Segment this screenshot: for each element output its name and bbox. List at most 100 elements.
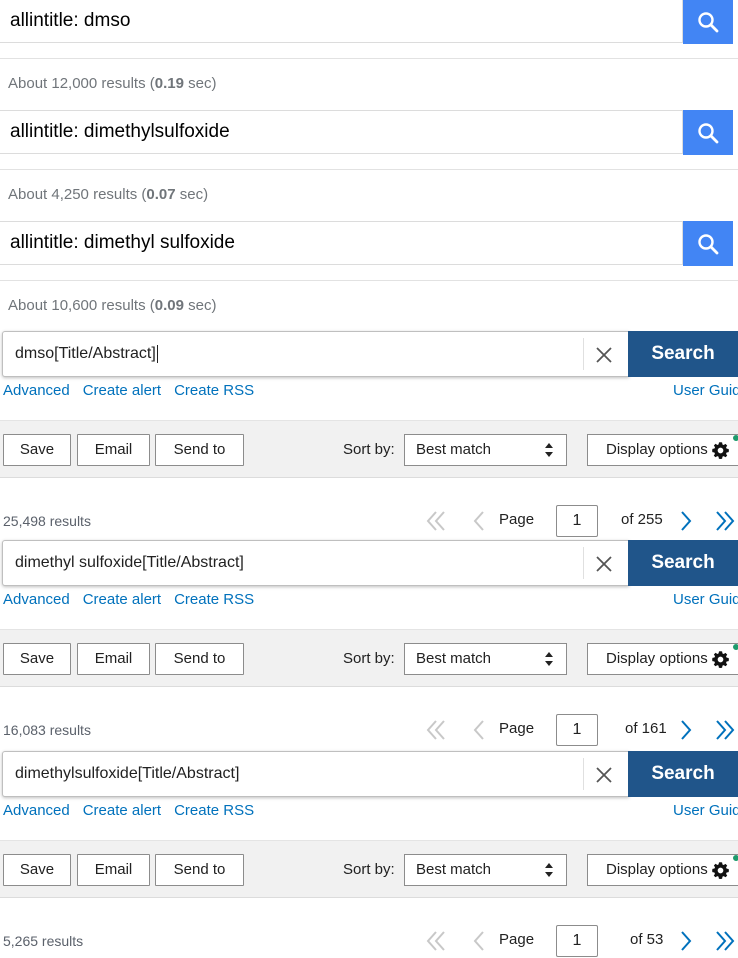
google-result-stats: About 10,600 results (0.09 sec) (8, 297, 216, 314)
pubmed-search-button[interactable]: Search (628, 540, 738, 586)
save-button[interactable]: Save (3, 434, 71, 466)
google-search-button[interactable] (683, 110, 733, 155)
page-total: of 53 (630, 931, 664, 948)
sort-select[interactable]: Best match (404, 854, 567, 886)
pubmed-search-input[interactable]: dimethyl sulfoxide[Title/Abstract] (2, 540, 629, 586)
close-icon[interactable] (593, 553, 615, 575)
stats-prefix: About 4,250 results ( (8, 186, 147, 203)
close-icon[interactable] (593, 344, 615, 366)
stats-suffix: sec) (183, 75, 217, 92)
divider (583, 758, 584, 790)
notification-dot (733, 855, 738, 861)
updown-arrows-icon (545, 443, 553, 457)
search-icon (698, 233, 719, 254)
pubmed-query-text[interactable]: dimethyl sulfoxide[Title/Abstract] (15, 541, 244, 585)
divider (583, 547, 584, 579)
google-search-bar[interactable]: allintitle: dimethylsulfoxide (0, 110, 733, 155)
page-number-input[interactable]: 1 (556, 505, 598, 537)
pubmed-search-input[interactable]: dmso[Title/Abstract] (2, 331, 629, 377)
pubmed-search-button[interactable]: Search (628, 331, 738, 377)
pubmed-query-text[interactable]: dimethylsulfoxide[Title/Abstract] (15, 752, 239, 796)
divider (0, 58, 738, 59)
save-button[interactable]: Save (3, 854, 71, 886)
page-number-input[interactable]: 1 (556, 714, 598, 746)
send-to-button[interactable]: Send to (155, 643, 244, 675)
results-toolbar: Save Email Send to Sort by: Best match D… (0, 629, 738, 687)
google-search-bar[interactable]: allintitle: dimethyl sulfoxide (0, 221, 733, 266)
user-guide-link[interactable]: User Guid (673, 591, 738, 608)
google-search-bar[interactable]: allintitle: dmso (0, 0, 733, 44)
email-button[interactable]: Email (77, 643, 150, 675)
divider (0, 280, 738, 281)
notification-dot (733, 435, 738, 441)
chevron-left-icon[interactable] (467, 718, 491, 742)
sort-label: Sort by: (343, 861, 395, 878)
send-to-button[interactable]: Send to (155, 854, 244, 886)
double-chevron-left-icon[interactable] (424, 929, 448, 953)
advanced-link[interactable]: Advanced (3, 591, 70, 608)
display-options-button[interactable]: Display options (587, 643, 738, 675)
sort-label: Sort by: (343, 441, 395, 458)
stats-prefix: About 10,600 results ( (8, 297, 155, 314)
page-label: Page (499, 511, 535, 528)
save-button[interactable]: Save (3, 643, 71, 675)
email-button[interactable]: Email (77, 854, 150, 886)
stats-prefix: About 12,000 results ( (8, 75, 155, 92)
pubmed-query-text[interactable]: dmso[Title/Abstract] (15, 332, 158, 376)
create-rss-link[interactable]: Create RSS (174, 591, 254, 608)
advanced-link[interactable]: Advanced (3, 382, 70, 399)
search-icon (698, 122, 719, 143)
create-rss-link[interactable]: Create RSS (174, 802, 254, 819)
chevron-right-icon[interactable] (674, 718, 698, 742)
display-options-button[interactable]: Display options (587, 854, 738, 886)
results-toolbar: Save Email Send to Sort by: Best match D… (0, 840, 738, 898)
create-alert-link[interactable]: Create alert (83, 802, 161, 819)
user-guide-link[interactable]: User Guid (673, 382, 738, 399)
chevron-right-icon[interactable] (674, 509, 698, 533)
create-alert-link[interactable]: Create alert (83, 382, 161, 399)
send-to-button[interactable]: Send to (155, 434, 244, 466)
advanced-link[interactable]: Advanced (3, 802, 70, 819)
display-options-button[interactable]: Display options (587, 434, 738, 466)
page-number-input[interactable]: 1 (556, 925, 598, 957)
google-query-text[interactable]: allintitle: dimethylsulfoxide (10, 111, 230, 153)
double-chevron-right-icon[interactable] (713, 509, 737, 533)
pubmed-search-input[interactable]: dimethylsulfoxide[Title/Abstract] (2, 751, 629, 797)
chevron-left-icon[interactable] (467, 509, 491, 533)
double-chevron-left-icon[interactable] (424, 509, 448, 533)
double-chevron-left-icon[interactable] (424, 718, 448, 742)
google-search-button[interactable] (683, 221, 733, 266)
page-label: Page (499, 720, 535, 737)
sort-select[interactable]: Best match (404, 643, 567, 675)
create-alert-link[interactable]: Create alert (83, 591, 161, 608)
chevron-right-icon[interactable] (674, 929, 698, 953)
sort-value: Best match (416, 650, 492, 667)
pubmed-search-button[interactable]: Search (628, 751, 738, 797)
google-result-stats: About 4,250 results (0.07 sec) (8, 186, 208, 203)
sort-value: Best match (416, 861, 492, 878)
results-toolbar: Save Email Send to Sort by: Best match D… (0, 420, 738, 478)
google-query-text[interactable]: allintitle: dimethyl sulfoxide (10, 222, 235, 264)
create-rss-link[interactable]: Create RSS (174, 382, 254, 399)
sort-select[interactable]: Best match (404, 434, 567, 466)
text-cursor (156, 344, 158, 363)
display-options-label: Display options (606, 650, 708, 667)
page-label: Page (499, 931, 535, 948)
user-guide-link[interactable]: User Guid (673, 802, 738, 819)
page-total: of 255 (621, 511, 663, 528)
google-search-button[interactable] (683, 0, 733, 44)
email-button[interactable]: Email (77, 434, 150, 466)
divider (0, 169, 738, 170)
double-chevron-right-icon[interactable] (713, 929, 737, 953)
query-value: dmso[Title/Abstract] (15, 345, 156, 362)
google-query-text[interactable]: allintitle: dmso (10, 0, 130, 42)
close-icon[interactable] (593, 764, 615, 786)
sort-value: Best match (416, 441, 492, 458)
notification-dot (733, 644, 738, 650)
stats-time: 0.07 (146, 186, 176, 203)
gear-icon (712, 651, 729, 668)
chevron-left-icon[interactable] (467, 929, 491, 953)
double-chevron-right-icon[interactable] (713, 718, 737, 742)
stats-time: 0.09 (154, 297, 184, 314)
sort-label: Sort by: (343, 650, 395, 667)
